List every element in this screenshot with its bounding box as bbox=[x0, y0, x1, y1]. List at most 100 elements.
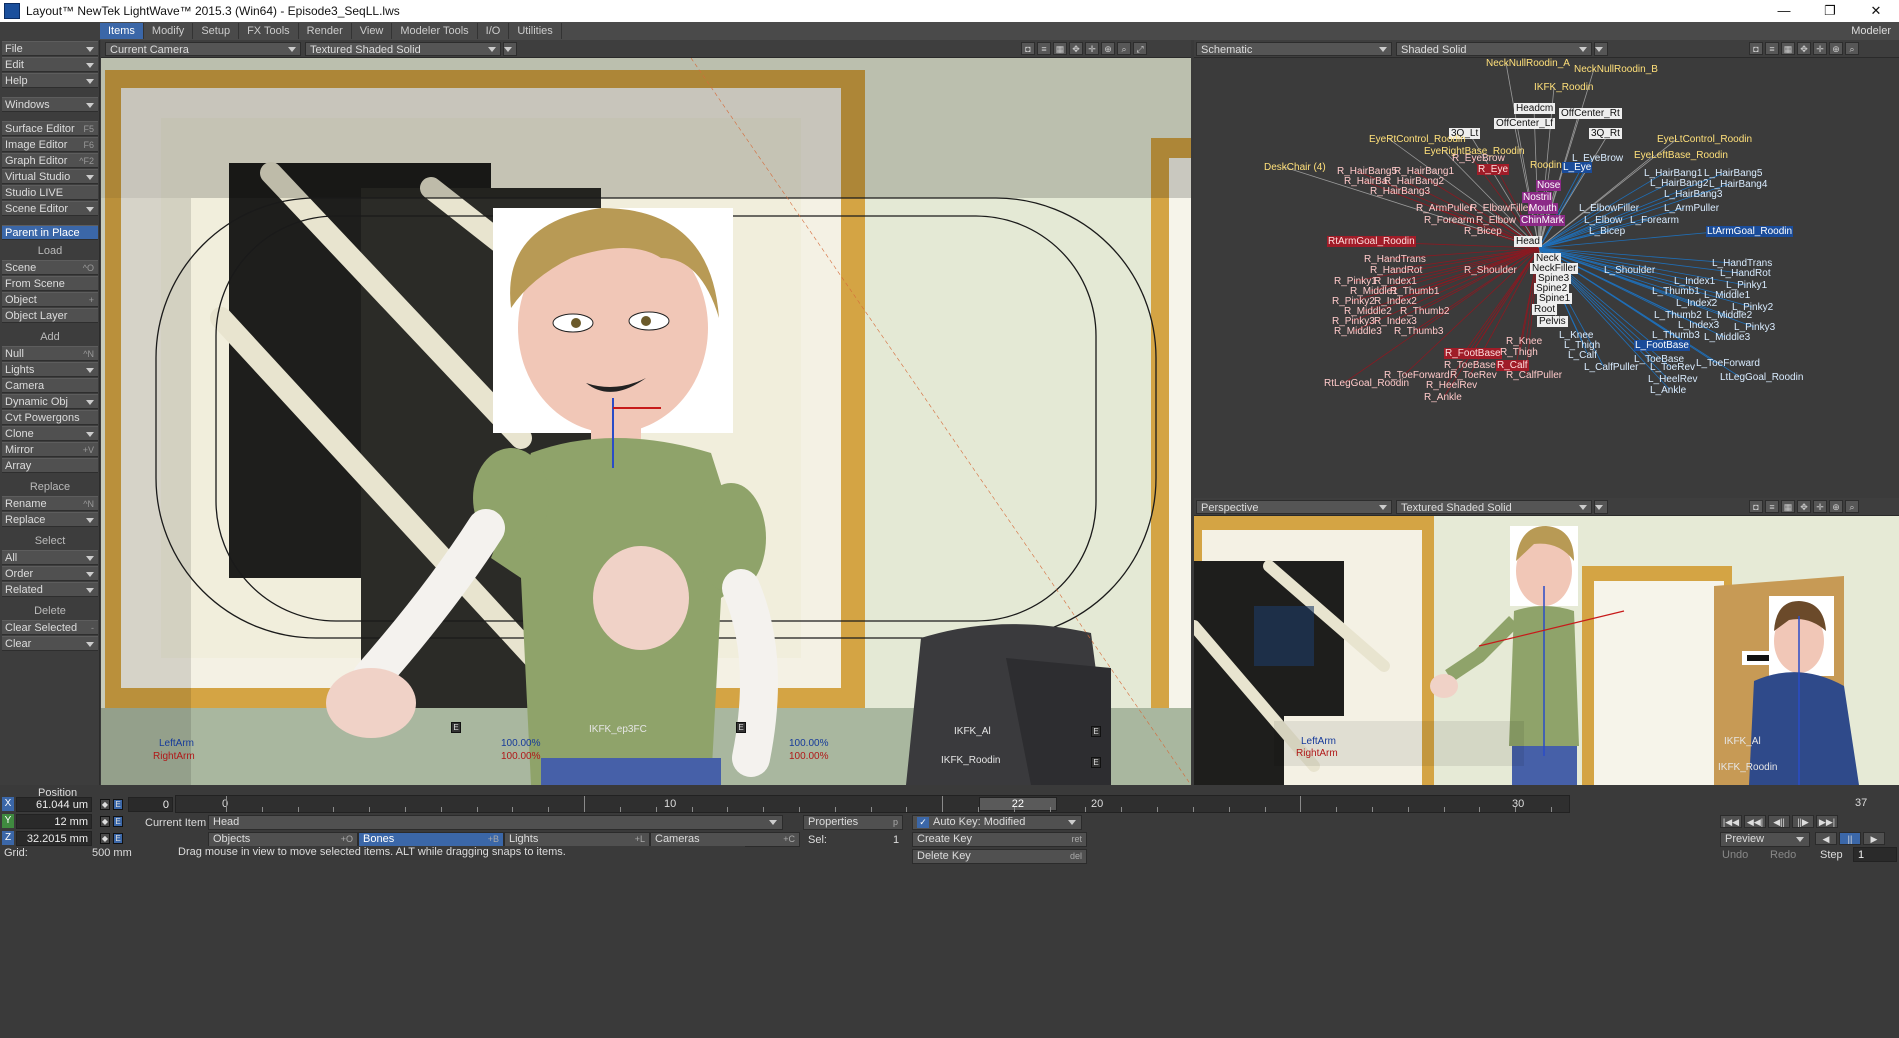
minimize-button[interactable]: — bbox=[1761, 3, 1807, 19]
clear-selected-button[interactable]: Clear Selected - bbox=[2, 620, 98, 635]
position-y-field[interactable]: 12 mm bbox=[16, 814, 92, 829]
schematic-node[interactable]: R_Knee bbox=[1506, 336, 1542, 347]
virtual-studio-menu[interactable]: Virtual Studio bbox=[2, 169, 98, 184]
tab-setup[interactable]: Setup bbox=[193, 23, 240, 39]
add-camera-button[interactable]: Camera bbox=[2, 378, 98, 393]
e-toggle[interactable]: E bbox=[1091, 726, 1101, 737]
schematic-node[interactable]: L_Forearm bbox=[1630, 215, 1679, 226]
schematic-node[interactable]: R_Forearm bbox=[1424, 215, 1475, 226]
schematic-node[interactable]: R_Eye bbox=[1477, 164, 1510, 175]
schematic-node[interactable]: EyeLeftBase_Roodin bbox=[1634, 150, 1728, 161]
list-icon[interactable]: ≡ bbox=[1765, 42, 1779, 55]
magnify-icon[interactable]: ⌕ bbox=[1845, 42, 1859, 55]
schematic-node[interactable]: EyeLtControl_Roodin bbox=[1657, 134, 1752, 145]
schematic-node[interactable]: L_ToeRev bbox=[1650, 362, 1695, 373]
windows-menu[interactable]: Windows bbox=[2, 97, 98, 112]
schematic-node[interactable]: Roodin bbox=[1530, 160, 1562, 171]
schematic-node[interactable]: R_Ankle bbox=[1424, 392, 1462, 403]
schematic-node[interactable]: RtLegGoal_Roodin bbox=[1324, 378, 1409, 389]
pause-icon[interactable]: || bbox=[1839, 832, 1861, 845]
schematic-node[interactable]: R_Shoulder bbox=[1464, 265, 1517, 276]
mirror-button[interactable]: Mirror +V bbox=[2, 442, 98, 457]
tab-io[interactable]: I/O bbox=[478, 23, 510, 39]
schematic-node[interactable]: Headcm bbox=[1514, 103, 1556, 114]
rotate-view-icon[interactable]: ✛ bbox=[1813, 42, 1827, 55]
schematic-node[interactable]: NeckNullRoodin_A bbox=[1486, 58, 1570, 69]
tab-items[interactable]: Items bbox=[100, 23, 144, 39]
schematic-node[interactable]: L_Ankle bbox=[1650, 385, 1686, 396]
tab-modify[interactable]: Modify bbox=[144, 23, 194, 39]
schematic-node[interactable]: L_HandRot bbox=[1720, 268, 1771, 279]
create-key-button[interactable]: Create Key ret bbox=[912, 832, 1087, 847]
schematic-node[interactable]: R_Thigh bbox=[1500, 347, 1538, 358]
schematic-options-select[interactable] bbox=[1594, 42, 1608, 56]
maximize-icon[interactable]: ⤢ bbox=[1133, 42, 1147, 55]
schematic-node[interactable]: OffCenter_Rt bbox=[1559, 108, 1622, 119]
load-scene-button[interactable]: Scene ^O bbox=[2, 260, 98, 275]
previous-key-button[interactable]: ◀◀| bbox=[1744, 815, 1766, 828]
move-view-icon[interactable]: ✥ bbox=[1069, 42, 1083, 55]
schematic-node[interactable]: R_FootBase bbox=[1444, 348, 1502, 359]
current-item-select[interactable]: Head bbox=[208, 815, 783, 830]
schematic-shading-select[interactable]: Shaded Solid bbox=[1396, 42, 1592, 56]
schematic-node[interactable]: L_Bicep bbox=[1589, 226, 1625, 237]
tab-utilities[interactable]: Utilities bbox=[509, 23, 562, 39]
magnify-icon[interactable]: ⌕ bbox=[1117, 42, 1131, 55]
undo-button[interactable]: Undo bbox=[1722, 849, 1748, 861]
schematic-node[interactable]: R_ElbowFiller bbox=[1470, 203, 1532, 214]
schematic-node[interactable]: L_Eye bbox=[1562, 162, 1593, 173]
zoom-view-icon[interactable]: ⊕ bbox=[1829, 500, 1843, 513]
select-related-menu[interactable]: Related bbox=[2, 582, 98, 597]
schematic-node[interactable]: R_Thumb3 bbox=[1394, 326, 1443, 337]
lights-button[interactable]: Lights +L bbox=[504, 832, 650, 847]
load-from-scene-button[interactable]: From Scene bbox=[2, 276, 98, 291]
magnify-icon[interactable]: ⌕ bbox=[1845, 500, 1859, 513]
main-view-type-select[interactable]: Current Camera bbox=[105, 42, 301, 56]
schematic-node[interactable]: Mouth bbox=[1528, 203, 1558, 214]
perspective-viewport[interactable]: LeftArm RightArm IKFK_Al IKFK_Roodin bbox=[1194, 516, 1899, 785]
envelope-y-button[interactable]: E bbox=[113, 816, 123, 827]
bones-button[interactable]: Bones +B bbox=[358, 832, 504, 847]
schematic-node[interactable]: L_HairBang3 bbox=[1664, 189, 1722, 200]
schematic-node[interactable]: R_HairBang3 bbox=[1370, 186, 1430, 197]
delete-key-button[interactable]: Delete Key del bbox=[912, 849, 1087, 864]
move-view-icon[interactable]: ✥ bbox=[1797, 500, 1811, 513]
schematic-node[interactable]: RtArmGoal_Roodin bbox=[1327, 236, 1416, 247]
main-viewport[interactable]: IKFK_ep3FC IKFK_Al IKFK_Roodin LeftArm R… bbox=[101, 58, 1191, 785]
go-to-start-button[interactable]: |◀◀ bbox=[1720, 815, 1742, 828]
add-null-button[interactable]: Null ^N bbox=[2, 346, 98, 361]
list-icon[interactable]: ≡ bbox=[1037, 42, 1051, 55]
schematic-node[interactable]: L_ArmPuller bbox=[1664, 203, 1719, 214]
schematic-node[interactable]: L_Elbow bbox=[1584, 215, 1622, 226]
zoom-view-icon[interactable]: ⊕ bbox=[1101, 42, 1115, 55]
schematic-node[interactable]: L_ElbowFiller bbox=[1579, 203, 1639, 214]
schematic-node[interactable]: Spine1 bbox=[1537, 293, 1573, 304]
timeline-end-field[interactable]: 37 bbox=[1855, 797, 1867, 809]
cameras-button[interactable]: Cameras +C bbox=[650, 832, 800, 847]
play-reverse-icon[interactable]: ◀ bbox=[1815, 832, 1837, 845]
close-button[interactable]: ✕ bbox=[1853, 3, 1899, 19]
parent-in-place-toggle[interactable]: Parent in Place bbox=[2, 225, 98, 240]
select-order-menu[interactable]: Order bbox=[2, 566, 98, 581]
file-menu[interactable]: File bbox=[2, 41, 98, 56]
schematic-node[interactable]: L_HairBang5 bbox=[1704, 168, 1762, 179]
schematic-node[interactable]: L_CalfPuller bbox=[1584, 362, 1638, 373]
schematic-node[interactable]: R_Elbow bbox=[1476, 215, 1516, 226]
schematic-node[interactable]: L_HeelRev bbox=[1648, 374, 1697, 385]
scene-editor-menu[interactable]: Scene Editor bbox=[2, 201, 98, 216]
schematic-node[interactable]: OffCenter_Lf bbox=[1494, 118, 1556, 129]
schematic-node[interactable]: IKFK_Roodin bbox=[1534, 82, 1593, 93]
schematic-node[interactable]: 3Q_Rt bbox=[1589, 128, 1622, 139]
schematic-node[interactable]: R_HeelRev bbox=[1426, 380, 1477, 391]
current-frame-slider[interactable]: 22 bbox=[978, 797, 1057, 811]
zoom-view-icon[interactable]: ⊕ bbox=[1829, 42, 1843, 55]
schematic-node[interactable]: R_Middle3 bbox=[1334, 326, 1382, 337]
perspective-shading-select[interactable]: Textured Shaded Solid bbox=[1396, 500, 1592, 514]
schematic-view-type-select[interactable]: Schematic bbox=[1196, 42, 1392, 56]
redo-button[interactable]: Redo bbox=[1770, 849, 1796, 861]
preview-select[interactable]: Preview bbox=[1720, 832, 1810, 847]
timeline-start-field[interactable]: 0 bbox=[128, 797, 173, 812]
step-field[interactable]: 1 bbox=[1853, 847, 1897, 862]
schematic-node[interactable]: Pelvis bbox=[1537, 316, 1568, 327]
next-key-button[interactable]: ▶▶| bbox=[1816, 815, 1838, 828]
